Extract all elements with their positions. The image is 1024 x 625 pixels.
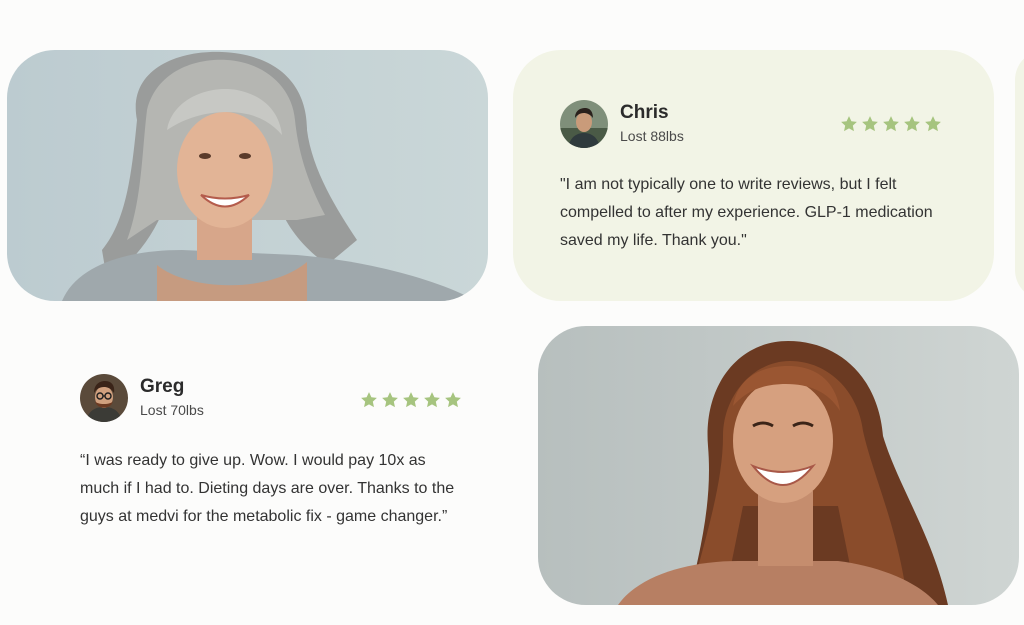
star-icon [382,392,398,408]
next-testimonial-card-partial [1015,50,1024,300]
star-icon [403,392,419,408]
customer-photo-curly-hair-woman [538,326,1019,605]
rating-stars [360,391,462,409]
customer-photo-gray-hair-woman [7,50,488,301]
avatar [560,100,608,148]
testimonial-card-greg: Greg Lost 70lbs “I was ready to give up.… [33,326,514,605]
star-icon [862,116,878,132]
star-icon [361,392,377,408]
reviewer-info: Greg Lost 70lbs [80,374,204,422]
star-icon [883,116,899,132]
star-icon [925,116,941,132]
star-icon [445,392,461,408]
avatar [80,374,128,422]
rating-stars [840,115,942,133]
testimonial-quote: “I was ready to give up. Wow. I would pa… [80,452,455,525]
reviewer-result: Lost 70lbs [140,402,204,418]
reviewer-result: Lost 88lbs [620,128,684,144]
testimonial-quote: "I am not typically one to write reviews… [560,176,933,249]
reviewer-name: Greg [140,376,185,397]
reviewer-info: Chris Lost 88lbs [560,100,684,148]
testimonial-card-chris: Chris Lost 88lbs "I am not typically one… [513,50,994,301]
star-icon [904,116,920,132]
testimonials-section: Chris Lost 88lbs "I am not typically one… [0,0,1024,625]
reviewer-name: Chris [620,102,669,123]
star-icon [841,116,857,132]
star-icon [424,392,440,408]
